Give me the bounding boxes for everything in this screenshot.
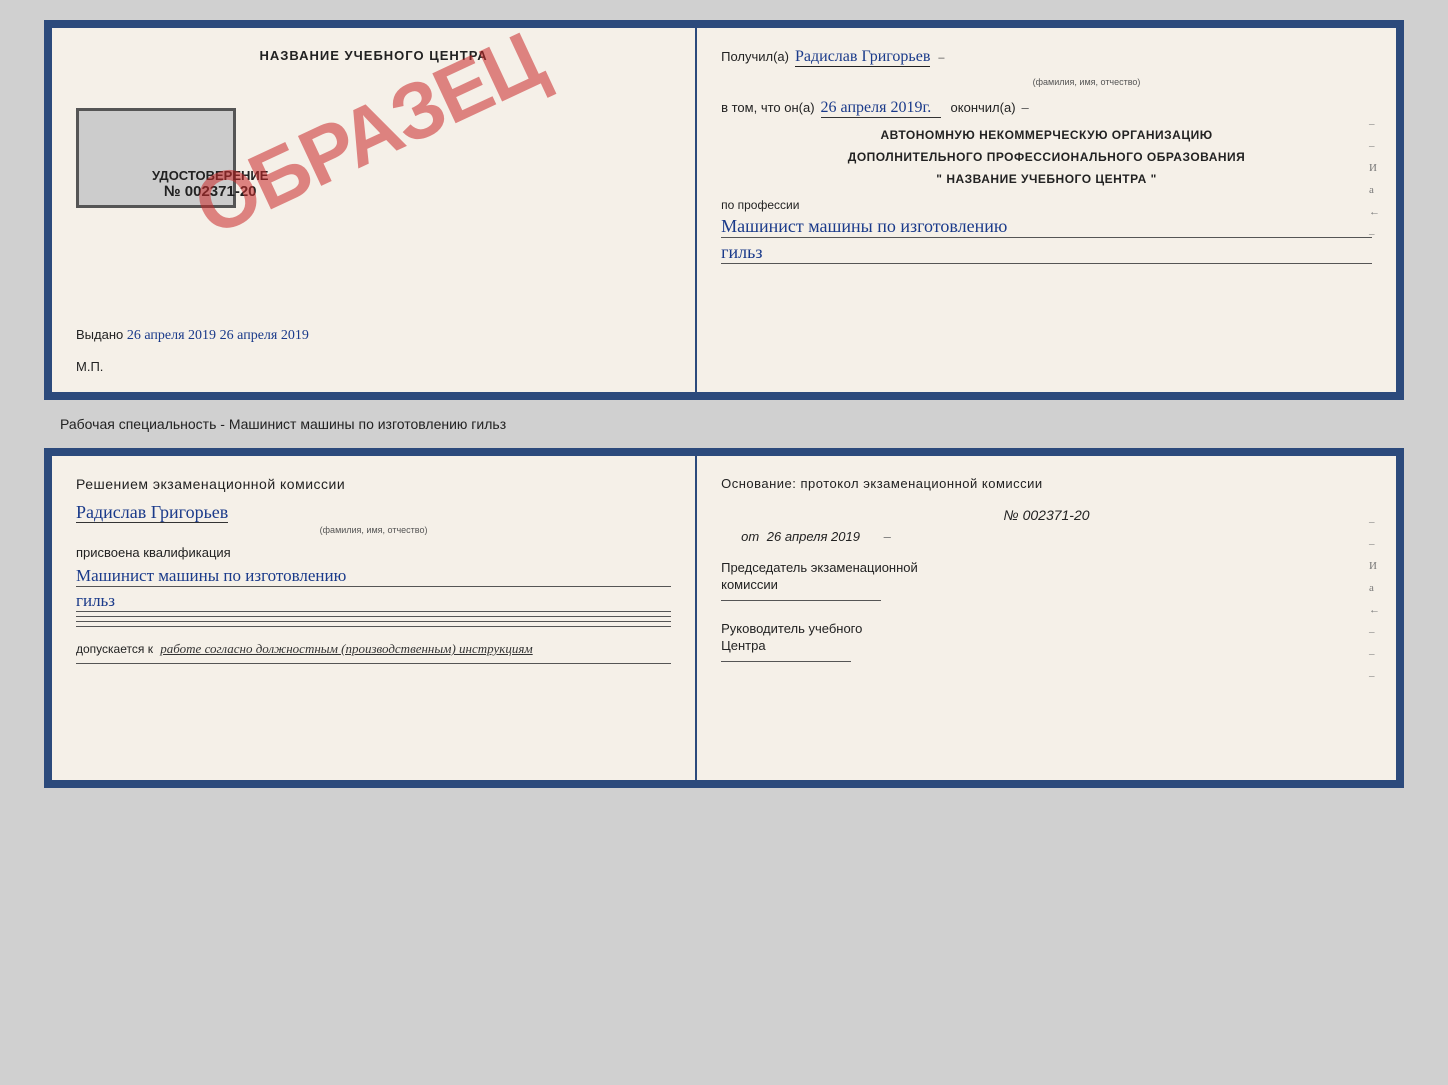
rukovoditel-line1: Руководитель учебного — [721, 621, 1372, 636]
predsedatel-sign-line — [721, 600, 881, 601]
osnovanie-label: Основание: протокол экзаменационной коми… — [721, 476, 1372, 491]
ot-date-line: от 26 апреля 2019 – — [741, 529, 1372, 544]
bottom-document: Решением экзаменационной комиссии Радисл… — [44, 448, 1404, 788]
poluchil-label: Получил(а) — [721, 49, 789, 64]
profession-line2: гильз — [721, 242, 1372, 264]
prisvoena-label: присвоена квалификация — [76, 545, 671, 560]
qual-line2: гильз — [76, 591, 671, 612]
side-arrow: ← — [1369, 206, 1380, 218]
side-dash3: – — [1369, 228, 1380, 240]
org-line2: ДОПОЛНИТЕЛЬНОГО ПРОФЕССИОНАЛЬНОГО ОБРАЗО… — [721, 150, 1372, 164]
dash-line-3 — [76, 626, 671, 627]
bottom-side-dash4: – — [1369, 648, 1380, 660]
vydano-label: Выдано — [76, 327, 123, 342]
okonchil-label: окончил(а) — [951, 100, 1016, 115]
vydano-date: 26 апреля 2019 — [127, 328, 216, 343]
protocol-number: № 002371-20 — [721, 507, 1372, 523]
profession-line1: Машинист машины по изготовлению — [721, 216, 1372, 238]
side-i: И — [1369, 162, 1380, 174]
poluchil-line: Получил(а) Радислав Григорьев – — [721, 48, 1372, 67]
dash-separator: – — [938, 52, 944, 64]
side-dash2: – — [1369, 140, 1380, 152]
org-line1: АВТОНОМНУЮ НЕКОММЕРЧЕСКУЮ ОРГАНИЗАЦИЮ — [721, 128, 1372, 142]
ot-dash: – — [884, 529, 891, 544]
dash-line-4 — [76, 663, 671, 664]
po-professii-label: по профессии — [721, 198, 1372, 212]
predsedatel-line2: комиссии — [721, 577, 1372, 592]
vtom-line: в том, что он(а) 26 апреля 2019г. окончи… — [721, 99, 1372, 118]
bottom-fio-label: (фамилия, имя, отчество) — [76, 525, 671, 535]
ot-label: от — [741, 529, 759, 544]
side-dash1: – — [1369, 118, 1380, 130]
bottom-name: Радислав Григорьев — [76, 502, 228, 523]
mp-label: М.П. — [76, 359, 103, 374]
bottom-side-dash5: – — [1369, 670, 1380, 682]
ot-date-val: 26 апреля 2019 — [767, 529, 860, 544]
bottom-side-a: а — [1369, 582, 1380, 594]
bottom-side-dash1: – — [1369, 516, 1380, 528]
resheniyem-label: Решением экзаменационной комиссии — [76, 476, 671, 492]
vtom-label: в том, что он(а) — [721, 100, 814, 115]
profession-block: Машинист машины по изготовлению гильз — [721, 216, 1372, 264]
rukovoditel-line2: Центра — [721, 638, 1372, 653]
recipient-name: Радислав Григорьев — [795, 48, 930, 67]
org-line3: " НАЗВАНИЕ УЧЕБНОГО ЦЕНТРА " — [721, 172, 1372, 186]
vydano-date-val: 26 апреля 2019 — [220, 328, 309, 343]
bottom-side-dash3: – — [1369, 626, 1380, 638]
bottom-doc-right: Основание: протокол экзаменационной коми… — [697, 456, 1396, 780]
predsedatel-line1: Председатель экзаменационной — [721, 560, 1372, 575]
dash-line-2 — [76, 621, 671, 622]
vydano-line: Выдано 26 апреля 2019 26 апреля 2019 — [76, 327, 309, 344]
dopuskaetsya-block: допускается к работе согласно должностны… — [76, 641, 671, 657]
top-doc-right: Получил(а) Радислав Григорьев – (фамилия… — [697, 28, 1396, 392]
dopuskaetsya-label: допускается к — [76, 642, 153, 656]
vtom-date: 26 апреля 2019г. — [821, 99, 941, 118]
dash-line-1 — [76, 616, 671, 617]
side-a: а — [1369, 184, 1380, 196]
top-doc-left: НАЗВАНИЕ УЧЕБНОГО ЦЕНТРА УДОСТОВЕРЕНИЕ №… — [52, 28, 697, 392]
top-document: НАЗВАНИЕ УЧЕБНОГО ЦЕНТРА УДОСТОВЕРЕНИЕ №… — [44, 20, 1404, 400]
bottom-doc-left: Решением экзаменационной комиссии Радисл… — [52, 456, 697, 780]
bottom-side-arrow: ← — [1369, 604, 1380, 616]
dash2: – — [1022, 100, 1029, 115]
dopusk-text: работе согласно должностным (производств… — [160, 641, 532, 656]
qual-block: Машинист машины по изготовлению гильз — [76, 566, 671, 612]
rukovoditel-sign-line — [721, 661, 851, 662]
bottom-side-dash2: – — [1369, 538, 1380, 550]
bottom-side-i: И — [1369, 560, 1380, 572]
qual-line1: Машинист машины по изготовлению — [76, 566, 671, 587]
section-specialty-label: Рабочая специальность - Машинист машины … — [20, 416, 506, 432]
fio-label: (фамилия, имя, отчество) — [801, 77, 1372, 87]
